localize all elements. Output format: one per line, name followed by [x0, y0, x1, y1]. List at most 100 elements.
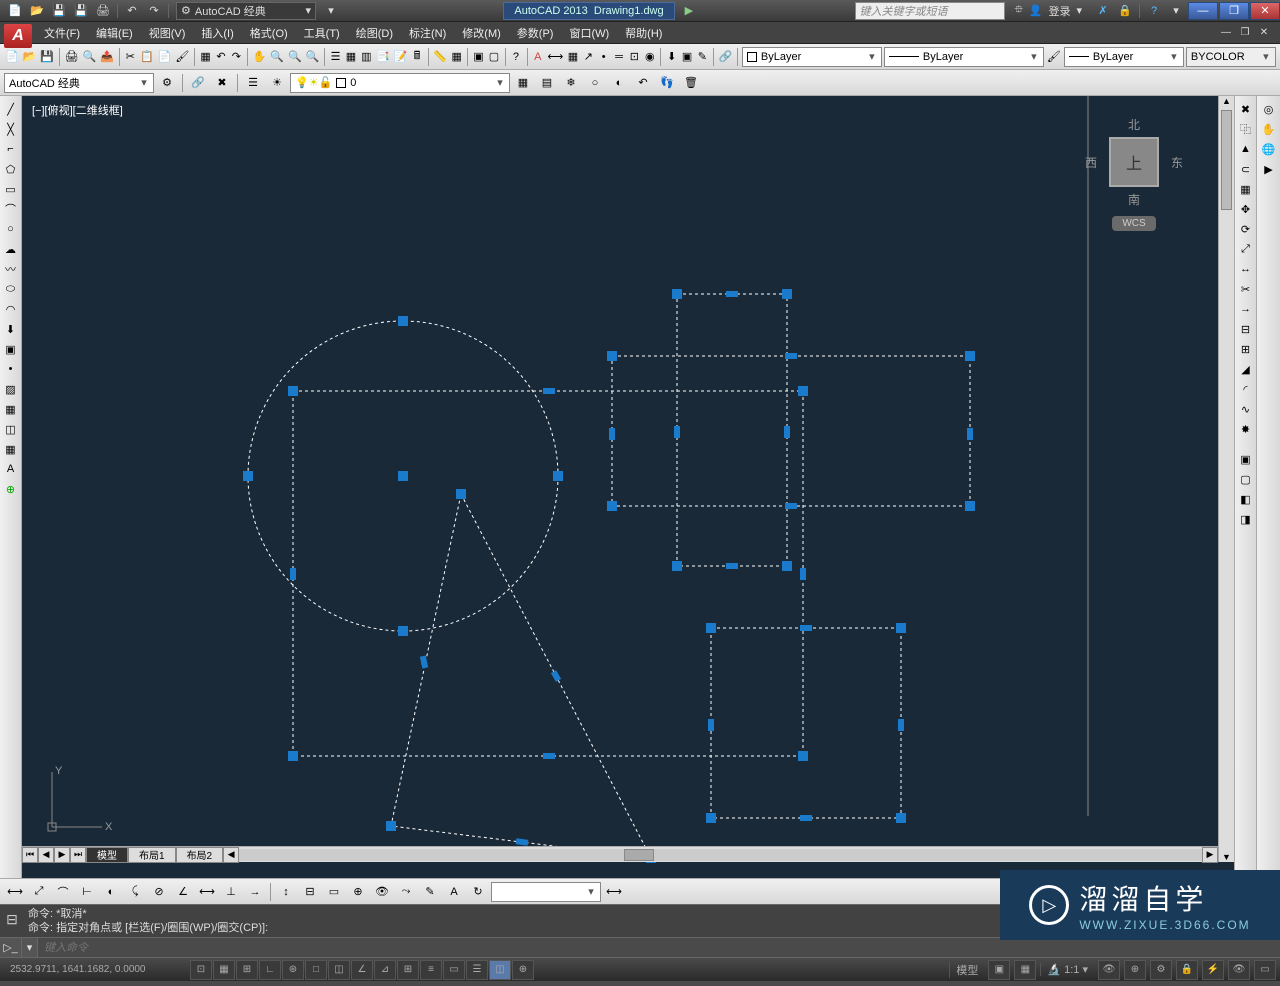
dimbaseline-icon[interactable]: ⊥ [220, 881, 242, 903]
insert-icon[interactable]: ⬇ [665, 46, 678, 68]
dimarc-icon[interactable]: ⌒ [52, 881, 74, 903]
line-icon[interactable]: ╱ [2, 100, 20, 118]
help-icon[interactable]: ? [509, 46, 522, 68]
xref-icon[interactable]: 🔗 [718, 46, 734, 68]
tpy-toggle[interactable]: ▭ [443, 960, 465, 980]
menu-tools[interactable]: 工具(T) [296, 22, 348, 44]
select-icon[interactable]: ▦ [450, 46, 463, 68]
orbit-icon[interactable]: 🌐 [1260, 140, 1278, 158]
point-icon[interactable]: • [2, 360, 20, 378]
properties-icon[interactable]: ☰ [329, 46, 342, 68]
copy-icon[interactable]: ⿻ [1237, 120, 1255, 138]
rectangle-icon[interactable]: ▭ [2, 180, 20, 198]
tab-first-button[interactable]: ⏮ [22, 847, 38, 863]
wheel-icon[interactable]: ◎ [1260, 100, 1278, 118]
move-icon[interactable]: ✥ [1237, 200, 1255, 218]
lwt-toggle[interactable]: ≡ [420, 960, 442, 980]
measure-icon[interactable]: 📏 [432, 46, 448, 68]
dimjogged-icon[interactable]: ⤹ [124, 881, 146, 903]
maximize-button[interactable]: ❐ [1219, 2, 1249, 20]
tab-layout2[interactable]: 布局2 [176, 847, 224, 863]
vertical-scrollbar[interactable]: ▲ ▼ [1218, 96, 1234, 862]
menu-parametric[interactable]: 参数(P) [509, 22, 562, 44]
drawordr-icon[interactable]: ▣ [1237, 450, 1255, 468]
hatch-icon[interactable]: ▨ [2, 380, 20, 398]
annoautoscale-icon[interactable]: ⊕ [1124, 960, 1146, 980]
sheetset-icon[interactable]: 📑 [375, 46, 391, 68]
layer-match-icon[interactable]: ◐ [608, 72, 630, 94]
drawordr2-icon[interactable]: ▢ [1237, 470, 1255, 488]
paintbrush-icon[interactable]: 🖌 [1046, 46, 1062, 68]
offset-icon[interactable]: ⊂ [1237, 160, 1255, 178]
menu-format[interactable]: 格式(O) [242, 22, 296, 44]
layer-walk-icon[interactable]: 👣 [656, 72, 678, 94]
chamfer-icon[interactable]: ◢ [1237, 360, 1255, 378]
rotate-icon[interactable]: ⟳ [1237, 220, 1255, 238]
scroll-left-icon[interactable]: ◀ [223, 847, 239, 863]
scale-icon[interactable]: ⤢ [1237, 240, 1255, 258]
dimedit-icon[interactable]: ✎ [419, 881, 441, 903]
plotstyle-combo[interactable]: BYCOLOR ▾ [1186, 47, 1276, 67]
xref-tool-icon[interactable]: 🔗 [187, 72, 209, 94]
extend-icon[interactable]: → [1237, 300, 1255, 318]
color-combo[interactable]: ByLayer ▾ [742, 47, 882, 67]
menu-insert[interactable]: 插入(I) [193, 22, 241, 44]
new-icon[interactable]: 📄 [5, 2, 25, 20]
help-icon[interactable]: ? [1144, 2, 1164, 20]
polygon-icon[interactable]: ⬠ [2, 160, 20, 178]
pan-icon[interactable]: ✋ [252, 46, 268, 68]
spline-icon[interactable]: 〰 [2, 260, 20, 278]
blend-icon[interactable]: ∿ [1237, 400, 1255, 418]
ptstyle-icon[interactable]: • [597, 46, 610, 68]
new-icon[interactable]: 📄 [4, 46, 20, 68]
zoom-icon[interactable]: 🔍 [269, 46, 285, 68]
toolbar-lock-icon[interactable]: 🔒 [1176, 960, 1198, 980]
dimupdate-icon[interactable]: ↻ [467, 881, 489, 903]
polyline-icon[interactable]: ⌐ [2, 140, 20, 158]
isolate-icon[interactable]: 👁 [1228, 960, 1250, 980]
explode-icon[interactable]: ✸ [1237, 420, 1255, 438]
menu-window[interactable]: 窗口(W) [561, 22, 617, 44]
drawing-canvas[interactable]: [−][俯视][二维线框] [22, 96, 1234, 878]
ungroup-icon[interactable]: ▢ [487, 46, 500, 68]
designcenter-icon[interactable]: ▦ [344, 46, 357, 68]
style-icon[interactable]: A [531, 46, 544, 68]
dimtedit-icon[interactable]: A [443, 881, 465, 903]
table-icon[interactable]: ▦ [2, 440, 20, 458]
showmotion-icon[interactable]: ▶ [1260, 160, 1278, 178]
workspace-selector[interactable]: ⚙ AutoCAD 经典 ▾ [176, 2, 316, 20]
preview-icon[interactable]: 🔍 [82, 46, 98, 68]
paste-icon[interactable]: 📄 [157, 46, 173, 68]
dimjogline-icon[interactable]: ⤳ [395, 881, 417, 903]
menu-modify[interactable]: 修改(M) [454, 22, 509, 44]
break-icon[interactable]: ⊟ [1237, 320, 1255, 338]
doc-close-button[interactable]: ✕ [1256, 26, 1272, 40]
am-toggle[interactable]: ⊕ [512, 960, 534, 980]
erase-icon[interactable]: ✖ [211, 72, 233, 94]
qdim-icon[interactable]: ⟷ [196, 881, 218, 903]
layer-isolate-icon[interactable]: ▤ [536, 72, 558, 94]
layer-off-icon[interactable]: ○ [584, 72, 606, 94]
hardware-accel-icon[interactable]: ⚡ [1202, 960, 1224, 980]
cmd-recent-icon[interactable]: ▾ [22, 938, 38, 957]
cleanscreen-icon[interactable]: ▭ [1254, 960, 1276, 980]
plot-icon[interactable]: 🖨 [93, 2, 113, 20]
scroll-up-icon[interactable]: ▲ [1219, 96, 1234, 110]
tolerance-icon[interactable]: ▭ [323, 881, 345, 903]
otrack-toggle[interactable]: ∠ [351, 960, 373, 980]
snap-toggle[interactable]: ▦ [213, 960, 235, 980]
array-icon[interactable]: ▦ [1237, 180, 1255, 198]
annovisibility-icon[interactable]: 👁 [1098, 960, 1120, 980]
quickview-icon[interactable]: ▣ [988, 960, 1010, 980]
xline-icon[interactable]: ╳ [2, 120, 20, 138]
exchange-icon[interactable]: ✗ [1093, 2, 1113, 20]
menu-view[interactable]: 视图(V) [141, 22, 194, 44]
save-icon[interactable]: 💾 [39, 46, 55, 68]
fillet-icon[interactable]: ◜ [1237, 380, 1255, 398]
menu-dimension[interactable]: 标注(N) [401, 22, 454, 44]
detstyle-icon[interactable]: ◉ [643, 46, 656, 68]
doc-minimize-button[interactable]: — [1218, 26, 1234, 40]
dyn-toggle[interactable]: ⊞ [397, 960, 419, 980]
dimstyle-icon[interactable]: ⟷ [603, 881, 625, 903]
mlstyle-icon[interactable]: ═ [612, 46, 625, 68]
